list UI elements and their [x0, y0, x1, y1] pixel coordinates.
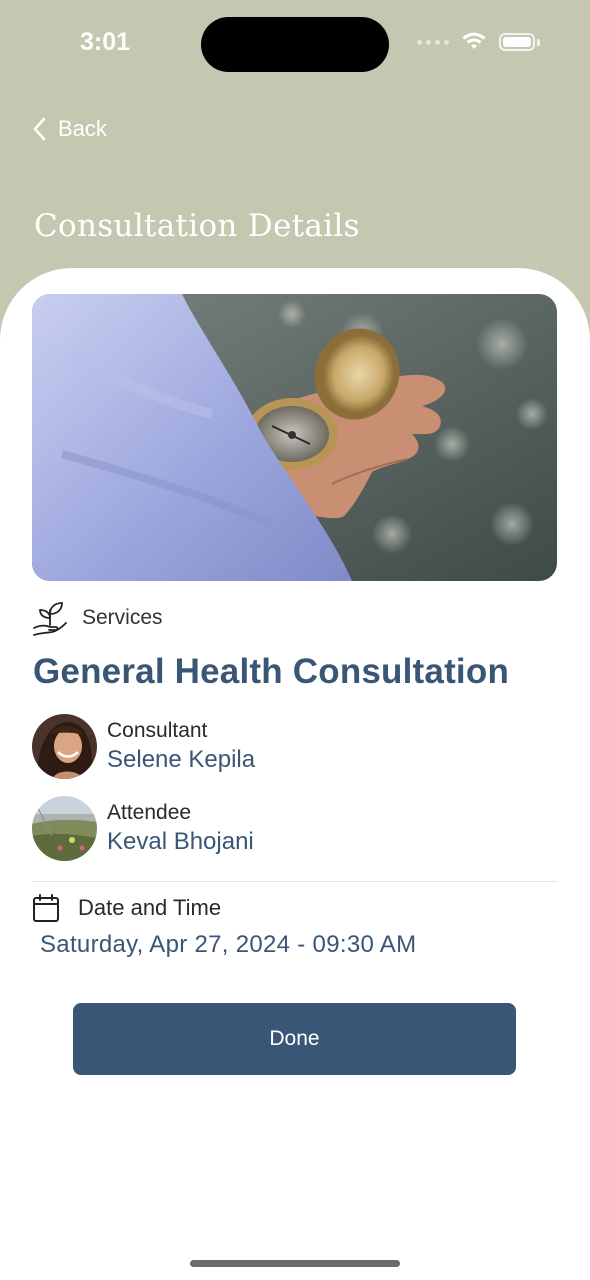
attendee-name: Keval Bhojani: [107, 827, 254, 855]
service-name: General Health Consultation: [33, 652, 510, 691]
calendar-icon: [33, 894, 59, 922]
home-indicator: [190, 1260, 400, 1267]
done-button[interactable]: Done: [73, 1003, 516, 1075]
attendee-avatar: [32, 796, 97, 861]
chevron-left-icon: [33, 117, 46, 141]
dynamic-island: [201, 17, 389, 72]
date-time-header: Date and Time: [32, 893, 221, 923]
status-bar: 3:01: [0, 0, 590, 90]
consultant-avatar: [32, 714, 97, 779]
service-hero-image: [32, 294, 557, 581]
back-button[interactable]: Back: [32, 116, 107, 142]
date-time-label: Date and Time: [78, 895, 222, 920]
back-label: Back: [58, 116, 107, 141]
divider: [32, 881, 557, 882]
page-title: Consultation Details: [34, 208, 360, 244]
attendee-info: Attendee Keval Bhojani: [32, 796, 254, 861]
battery-icon: [499, 33, 535, 51]
date-time-value: Saturday, Apr 27, 2024 - 09:30 AM: [40, 931, 417, 958]
services-label: Services: [82, 606, 163, 629]
consultant-role: Consultant: [107, 718, 208, 742]
consultant-name: Selene Kepila: [107, 745, 256, 773]
battery-tip: [537, 38, 540, 46]
status-time: 3:01: [80, 28, 131, 56]
attendee-role: Attendee: [107, 800, 192, 824]
consultant-info: Consultant Selene Kepila: [32, 714, 255, 779]
status-icons: [417, 32, 540, 52]
wifi-icon: [462, 32, 486, 49]
cellular-signal-icon: [417, 39, 449, 45]
services-category: Services: [32, 598, 163, 638]
plant-hand-icon: [33, 602, 67, 636]
